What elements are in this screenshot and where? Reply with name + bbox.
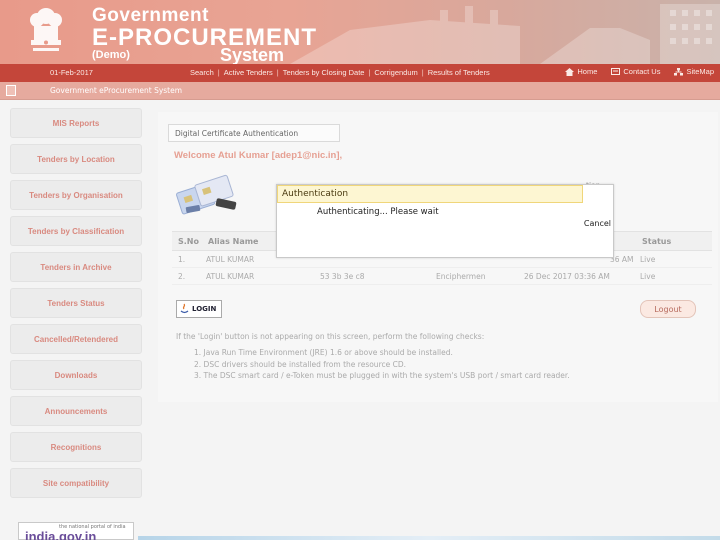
cell-status: Live <box>640 272 656 281</box>
help-item: 2. DSC drivers should be installed from … <box>194 359 406 369</box>
nav-link-corrigendum[interactable]: Corrigendum <box>370 68 421 77</box>
help-item: 1. Java Run Time Environment (JRE) 1.6 o… <box>194 348 453 357</box>
col-alias-name: Alias Name <box>208 237 259 246</box>
nav-sitemap-label: SiteMap <box>686 67 714 76</box>
logout-button[interactable]: Logout <box>640 300 696 318</box>
sidebar-item-cancelled-retendered[interactable]: Cancelled/Retendered <box>10 324 142 354</box>
nav-link-search[interactable]: Search <box>186 68 218 77</box>
nav-home-link[interactable]: Home <box>565 67 597 76</box>
home-icon <box>565 67 575 76</box>
current-date: 01-Feb-2017 <box>50 68 93 77</box>
bottom-strip <box>138 536 720 540</box>
india-logo-text: india.gov.in <box>25 529 97 540</box>
nav-contact-link[interactable]: Contact Us <box>611 67 660 76</box>
brand-line-4: System <box>220 45 285 64</box>
sidebar-item-tenders-by-classification[interactable]: Tenders by Classification <box>10 216 142 246</box>
table-row[interactable]: 2. ATUL KUMAR 53 3b 3e c8 Enciphermen 26… <box>172 269 712 285</box>
national-emblem-icon <box>30 8 62 51</box>
nav-links: Search | Active Tenders | Tenders by Closi… <box>186 68 494 77</box>
nav-sitemap-link[interactable]: SiteMap <box>674 67 714 76</box>
sidebar-item-tenders-by-location[interactable]: Tenders by Location <box>10 144 142 174</box>
sidebar-item-recognitions[interactable]: Recognitions <box>10 432 142 462</box>
authentication-dialog: Authentication Authenticating... Please … <box>276 184 614 258</box>
help-item: 3. The DSC smart card / e-Token must be … <box>194 371 570 380</box>
brand-line-1: Government <box>92 5 209 26</box>
sidebar-item-site-compatibility[interactable]: Site compatibility <box>10 468 142 498</box>
sidebar-item-downloads[interactable]: Downloads <box>10 360 142 390</box>
sidebar-item-tenders-status[interactable]: Tenders Status <box>10 288 142 318</box>
cancel-button[interactable]: Cancel <box>584 219 611 228</box>
brand-logo: Government E-PROCUREMENT (Demo) System <box>92 5 317 64</box>
contact-icon <box>611 68 621 75</box>
cell-sno: 1. <box>178 255 186 264</box>
cell-status: Live <box>640 255 656 264</box>
top-nav-bar: 01-Feb-2017 Search | Active Tenders | Tend… <box>0 64 720 82</box>
page-icon <box>6 85 16 96</box>
header-skyline-image <box>290 4 720 64</box>
col-sno: S.No <box>178 237 199 246</box>
nav-contact-label: Contact Us <box>623 67 661 76</box>
dialog-message: Authenticating... Please wait <box>317 207 439 217</box>
sidebar-item-tenders-in-archive[interactable]: Tenders in Archive <box>10 252 142 282</box>
brand-line-3: (Demo) <box>92 49 130 61</box>
cell-alias: ATUL KUMAR <box>206 272 255 281</box>
sidebar-item-announcements[interactable]: Announcements <box>10 396 142 426</box>
login-button[interactable]: LOGIN <box>176 300 222 318</box>
nav-link-active-tenders[interactable]: Active Tenders <box>220 68 277 77</box>
nav-link-tenders-by-closing-date[interactable]: Tenders by Closing Date <box>279 68 369 77</box>
help-checklist: 1. Java Run Time Environment (JRE) 1.6 o… <box>194 347 570 382</box>
cell-serial: 53 3b 3e c8 <box>320 272 365 281</box>
breadcrumb-bar: Government eProcurement System <box>0 82 720 100</box>
cell-date: 26 Dec 2017 03:36 AM <box>524 272 610 281</box>
sidebar-menu: MIS Reports Tenders by Location Tenders … <box>10 108 142 504</box>
breadcrumb: Government eProcurement System <box>50 86 183 95</box>
smart-card-illustration <box>176 174 237 215</box>
sidebar-item-mis-reports[interactable]: MIS Reports <box>10 108 142 138</box>
site-header: Government E-PROCUREMENT (Demo) System <box>0 0 720 64</box>
cell-alias: ATUL KUMAR <box>206 255 255 264</box>
tab-digital-certificate-authentication[interactable]: Digital Certificate Authentication <box>168 124 340 142</box>
sitemap-icon <box>674 67 684 75</box>
cell-type: Enciphermen <box>436 272 486 281</box>
cell-sno: 2. <box>178 272 186 281</box>
login-label: LOGIN <box>192 305 217 313</box>
nav-home-label: Home <box>577 67 598 76</box>
sidebar-item-tenders-by-organisation[interactable]: Tenders by Organisation <box>10 180 142 210</box>
india-gov-logo[interactable]: the national portal of india india.gov.i… <box>18 522 134 540</box>
java-icon <box>180 303 189 314</box>
help-title: If the 'Login' button is not appearing o… <box>176 332 485 341</box>
nav-link-results-of-tenders[interactable]: Results of Tenders <box>424 68 494 77</box>
welcome-message: Welcome Atul Kumar [adep1@nic.in], <box>174 150 343 161</box>
dialog-title: Authentication <box>277 185 583 203</box>
nav-right-links: Home Contact Us SiteMap <box>565 67 714 76</box>
col-status: Status <box>642 237 672 246</box>
